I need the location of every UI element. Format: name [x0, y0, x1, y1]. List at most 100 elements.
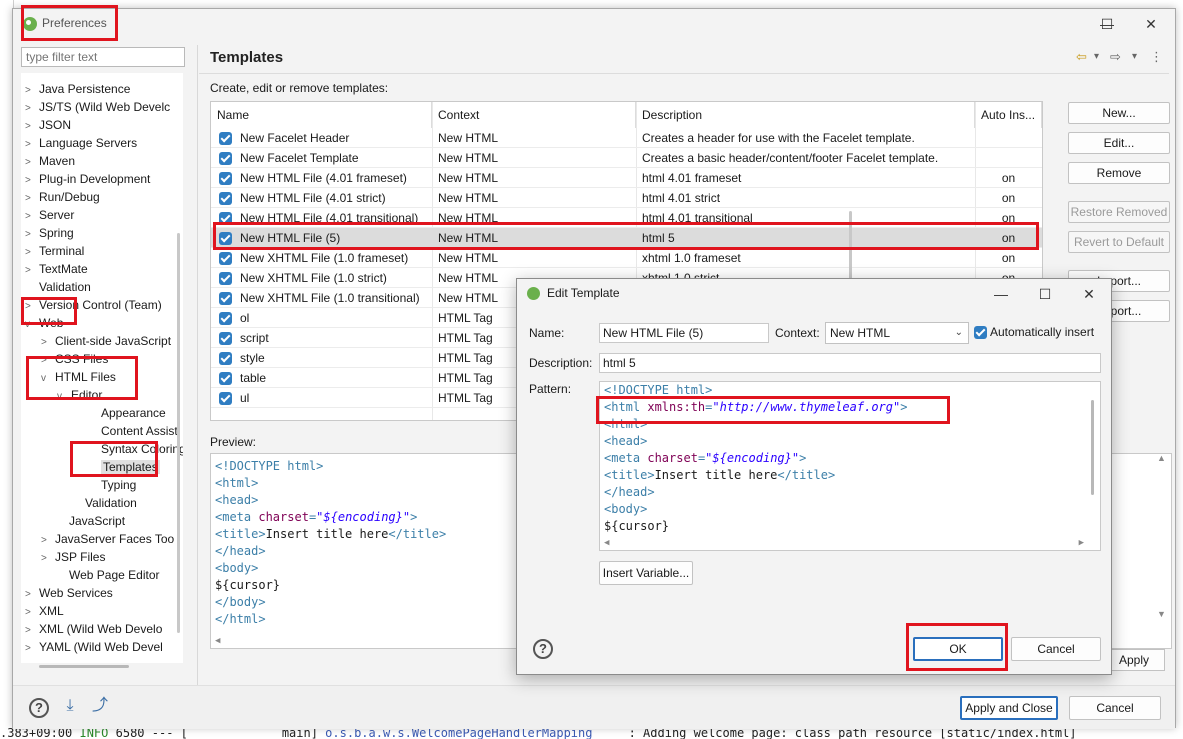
tree-item-plug-in-development[interactable]: > Plug-in Development [25, 170, 150, 188]
enabled-checkbox[interactable] [219, 292, 232, 305]
view-menu-icon[interactable]: ⋮ [1150, 49, 1163, 65]
apply-and-close-button[interactable]: Apply and Close [960, 696, 1058, 720]
preview-scroll-down-icon[interactable]: ▼ [1157, 609, 1169, 619]
back-menu-chevron-icon[interactable]: ▾ [1094, 51, 1099, 62]
tree-item-javascript[interactable]: JavaScript [55, 512, 125, 530]
tree-item-validation[interactable]: Validation [71, 494, 137, 512]
tree-item-maven[interactable]: > Maven [25, 152, 75, 170]
tree-item-client-side-javascript[interactable]: > Client-side JavaScript [41, 332, 171, 350]
tree-item-validation[interactable]: Validation [25, 278, 91, 296]
tree-item-json[interactable]: > JSON [25, 116, 71, 134]
edit-template-button[interactable]: Edit... [1068, 132, 1170, 154]
tree-item-web-services[interactable]: > Web Services [25, 584, 113, 602]
template-description-input[interactable]: html 5 [599, 353, 1101, 373]
enabled-checkbox[interactable] [219, 172, 232, 185]
enabled-checkbox[interactable] [219, 132, 232, 145]
close-button[interactable]: ✕ [1131, 13, 1171, 35]
restore-removed-button[interactable]: Restore Removed [1068, 201, 1170, 223]
tree-item-language-servers[interactable]: > Language Servers [25, 134, 137, 152]
dialog-cancel-button[interactable]: Cancel [1011, 637, 1101, 661]
help-icon[interactable]: ? [29, 698, 49, 718]
tree-item-editor[interactable]: v Editor [57, 386, 102, 404]
column-header-context[interactable]: Context [432, 102, 636, 128]
table-row[interactable]: New HTML File (5) New HTML html 5 on [211, 228, 1042, 248]
enabled-checkbox[interactable] [219, 372, 232, 385]
tree-item-syntax-coloring[interactable]: Syntax Coloring [87, 440, 183, 458]
remove-template-button[interactable]: Remove [1068, 162, 1170, 184]
preview-scroll-up-icon[interactable]: ▲ [1157, 453, 1169, 463]
enabled-checkbox[interactable] [219, 272, 232, 285]
import-preferences-icon[interactable]: ⤓ [59, 696, 81, 716]
tree-item-js-ts-wild-web-develc[interactable]: > JS/TS (Wild Web Develc [25, 98, 170, 116]
chevron-down-icon[interactable]: v [25, 316, 39, 334]
forward-menu-chevron-icon[interactable]: ▾ [1132, 51, 1137, 62]
dialog-minimize-button[interactable]: — [981, 283, 1021, 305]
chevron-down-icon[interactable]: v [41, 370, 55, 388]
column-header-description[interactable]: Description [636, 102, 975, 128]
chevron-right-icon[interactable]: > [41, 550, 55, 568]
tree-item-terminal[interactable]: > Terminal [25, 242, 84, 260]
insert-variable-button[interactable]: Insert Variable... [599, 561, 693, 585]
apply-button[interactable]: Apply [1103, 649, 1165, 671]
context-select[interactable]: New HTML ⌄ [825, 322, 969, 344]
pattern-editor[interactable]: ◀ ▶ <!DOCTYPE html> <html xmlns:th="http:/… [599, 381, 1101, 551]
enabled-checkbox[interactable] [219, 312, 232, 325]
tree-scrollbar[interactable] [176, 73, 182, 653]
enabled-checkbox[interactable] [219, 352, 232, 365]
dialog-close-button[interactable]: ✕ [1069, 283, 1109, 305]
chevron-right-icon[interactable]: > [25, 640, 39, 658]
tree-item-jsp-files[interactable]: > JSP Files [41, 548, 105, 566]
table-row[interactable]: New Facelet Template New HTML Creates a ba… [211, 148, 1042, 168]
table-row[interactable]: New Facelet Header New HTML Creates a head… [211, 128, 1042, 148]
table-row[interactable]: New HTML File (4.01 strict) New HTML html … [211, 188, 1042, 208]
tree-item-typing[interactable]: Typing [87, 476, 136, 494]
column-header-auto-insert[interactable]: Auto Ins... [975, 102, 1042, 128]
maximize-button[interactable]: ☐ [1087, 13, 1127, 35]
auto-insert-checkbox[interactable] [974, 326, 987, 339]
tree-item-web[interactable]: v Web [25, 314, 63, 332]
enabled-checkbox[interactable] [219, 192, 232, 205]
export-preferences-icon[interactable]: ⤴ [89, 696, 111, 716]
enabled-checkbox[interactable] [219, 152, 232, 165]
tree-item-java-persistence[interactable]: > Java Persistence [25, 80, 130, 98]
tree-item-server[interactable]: > Server [25, 206, 74, 224]
enabled-checkbox[interactable] [219, 332, 232, 345]
tree-scroll-thumb[interactable] [177, 233, 180, 633]
tree-item-html-files[interactable]: v HTML Files [41, 368, 116, 386]
template-name-input[interactable]: New HTML File (5) [599, 323, 769, 343]
pattern-horizontal-scrollbar[interactable]: ◀ ▶ [604, 538, 1084, 548]
tree-item-javaserver-faces-too[interactable]: > JavaServer Faces Too [41, 530, 174, 548]
tree-item-xml-wild-web-develo[interactable]: > XML (Wild Web Develo [25, 620, 162, 638]
pattern-scroll-thumb[interactable] [1091, 400, 1094, 495]
tree-item-xml[interactable]: > XML [25, 602, 64, 620]
tree-item-textmate[interactable]: > TextMate [25, 260, 88, 278]
chevron-down-icon[interactable]: v [57, 388, 71, 406]
tree-item-css-files[interactable]: > CSS Files [41, 350, 108, 368]
filter-input[interactable] [21, 47, 185, 67]
tree-item-content-assist[interactable]: Content Assist [87, 422, 178, 440]
table-row[interactable]: New HTML File (4.01 frameset) New HTML htm… [211, 168, 1042, 188]
tree-item-yaml-wild-web-devel[interactable]: > YAML (Wild Web Devel [25, 638, 163, 656]
preferences-cancel-button[interactable]: Cancel [1069, 696, 1161, 720]
tree-item-templates[interactable]: Templates [87, 458, 160, 476]
new-template-button[interactable]: New... [1068, 102, 1170, 124]
tree-horizontal-scroll-thumb[interactable] [39, 665, 129, 668]
tree-item-run-debug[interactable]: > Run/Debug [25, 188, 100, 206]
enabled-checkbox[interactable] [219, 232, 232, 245]
forward-arrow-icon[interactable]: ⇨ [1110, 49, 1121, 65]
back-arrow-icon[interactable]: ⇦ [1076, 49, 1087, 65]
table-row[interactable]: New HTML File (4.01 transitional) New HTM… [211, 208, 1042, 228]
revert-to-default-button[interactable]: Revert to Default [1068, 231, 1170, 253]
dialog-help-icon[interactable]: ? [533, 639, 553, 659]
tree-item-version-control-team[interactable]: > Version Control (Team) [25, 296, 162, 314]
enabled-checkbox[interactable] [219, 252, 232, 265]
tree-item-spring[interactable]: > Spring [25, 224, 74, 242]
tree-item-appearance[interactable]: Appearance [87, 404, 166, 422]
tree-item-web-page-editor[interactable]: Web Page Editor [55, 566, 160, 584]
enabled-checkbox[interactable] [219, 212, 232, 225]
enabled-checkbox[interactable] [219, 392, 232, 405]
dialog-maximize-button[interactable]: ☐ [1025, 283, 1065, 305]
column-header-name[interactable]: Name [211, 102, 432, 128]
panel-divider[interactable] [197, 45, 198, 685]
ok-button[interactable]: OK [913, 637, 1003, 661]
